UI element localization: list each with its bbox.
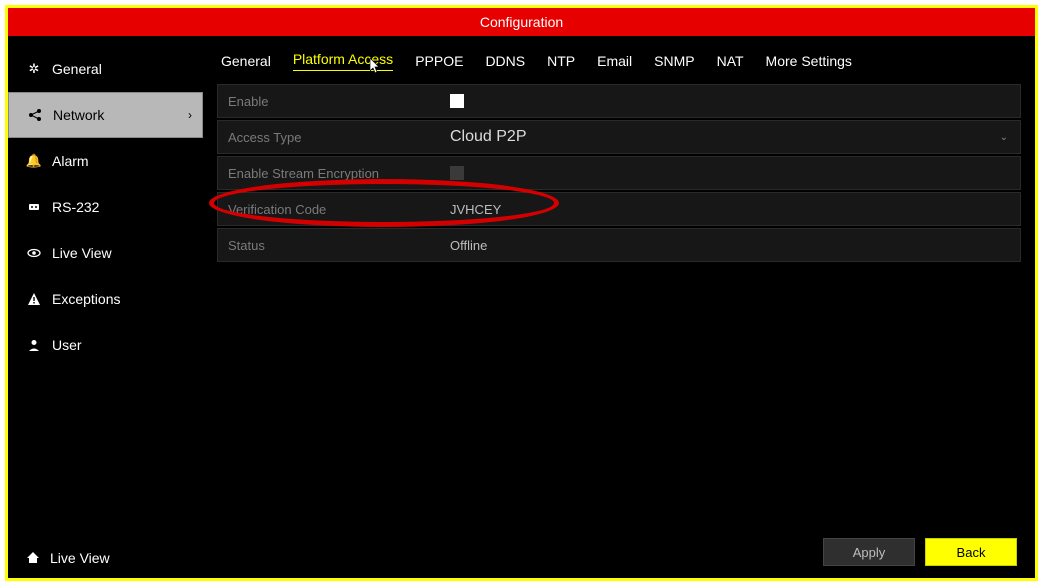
sidebar-item-alarm[interactable]: 🔔 Alarm bbox=[8, 138, 203, 184]
network-icon bbox=[27, 107, 43, 123]
apply-button[interactable]: Apply bbox=[823, 538, 915, 566]
sidebar-item-label: General bbox=[52, 61, 102, 77]
row-stream-encryption: Enable Stream Encryption bbox=[217, 156, 1021, 190]
tab-general[interactable]: General bbox=[221, 53, 271, 69]
bell-icon: 🔔 bbox=[26, 153, 42, 169]
title-text: Configuration bbox=[480, 14, 563, 30]
label-stream-encryption: Enable Stream Encryption bbox=[218, 166, 450, 181]
tab-ntp[interactable]: NTP bbox=[547, 53, 575, 69]
label-verification-code: Verification Code bbox=[218, 202, 450, 217]
back-button-label: Back bbox=[957, 545, 986, 560]
tab-ddns[interactable]: DDNS bbox=[485, 53, 525, 69]
sidebar-item-label: Exceptions bbox=[52, 291, 120, 307]
main-panel: General Platform Access PPPOE DDNS NTP E… bbox=[203, 36, 1035, 578]
home-icon bbox=[26, 550, 40, 567]
label-access-type: Access Type bbox=[218, 130, 450, 145]
sidebar-item-exceptions[interactable]: Exceptions bbox=[8, 276, 203, 322]
sidebar-item-general[interactable]: ✲ General bbox=[8, 46, 203, 92]
value-stream-encryption bbox=[450, 166, 1020, 180]
sidebar-item-label: User bbox=[52, 337, 82, 353]
label-status: Status bbox=[218, 238, 450, 253]
form: Enable Access Type Cloud P2P ⌄ Enable St… bbox=[217, 84, 1021, 264]
footer-buttons: Apply Back bbox=[823, 538, 1017, 566]
sidebar-item-network[interactable]: Network › bbox=[8, 92, 203, 138]
apply-button-label: Apply bbox=[853, 545, 886, 560]
back-button[interactable]: Back bbox=[925, 538, 1017, 566]
sidebar-footer-liveview[interactable]: Live View bbox=[8, 538, 203, 578]
warn-icon bbox=[26, 291, 42, 307]
sidebar-item-label: RS-232 bbox=[52, 199, 99, 215]
tab-nat[interactable]: NAT bbox=[717, 53, 744, 69]
chevron-right-icon: › bbox=[188, 108, 192, 122]
plug-icon bbox=[26, 199, 42, 215]
titlebar: Configuration bbox=[8, 8, 1035, 36]
row-access-type: Access Type Cloud P2P ⌄ bbox=[217, 120, 1021, 154]
tab-more-settings[interactable]: More Settings bbox=[766, 53, 852, 69]
sidebar-item-label: Alarm bbox=[52, 153, 89, 169]
eye-icon bbox=[26, 245, 42, 261]
sidebar-item-label: Live View bbox=[52, 245, 112, 261]
select-access-type-value: Cloud P2P bbox=[450, 128, 527, 146]
tab-pppoe[interactable]: PPPOE bbox=[415, 53, 463, 69]
value-enable bbox=[450, 94, 1020, 108]
checkbox-enable[interactable] bbox=[450, 94, 464, 108]
caret-down-icon: ⌄ bbox=[1000, 132, 1008, 143]
sidebar-item-rs232[interactable]: RS-232 bbox=[8, 184, 203, 230]
checkbox-stream-encryption bbox=[450, 166, 464, 180]
select-access-type[interactable]: Cloud P2P ⌄ bbox=[450, 128, 1020, 146]
tab-email[interactable]: Email bbox=[597, 53, 632, 69]
row-status: Status Offline bbox=[217, 228, 1021, 262]
tab-snmp[interactable]: SNMP bbox=[654, 53, 694, 69]
sidebar: ✲ General Network › 🔔 Alarm RS-232 bbox=[8, 36, 203, 578]
value-verification-code: JVHCEY bbox=[450, 202, 1020, 217]
sidebar-item-label: Network bbox=[53, 107, 104, 123]
tabs: General Platform Access PPPOE DDNS NTP E… bbox=[217, 46, 1021, 76]
row-verification-code: Verification Code JVHCEY bbox=[217, 192, 1021, 226]
label-enable: Enable bbox=[218, 94, 450, 109]
gear-icon: ✲ bbox=[26, 61, 42, 77]
sidebar-footer-label: Live View bbox=[50, 550, 110, 566]
sidebar-item-user[interactable]: User bbox=[8, 322, 203, 368]
sidebar-item-liveview[interactable]: Live View bbox=[8, 230, 203, 276]
tab-platform-access[interactable]: Platform Access bbox=[293, 51, 393, 71]
user-icon bbox=[26, 337, 42, 353]
row-enable: Enable bbox=[217, 84, 1021, 118]
value-status: Offline bbox=[450, 238, 1020, 253]
